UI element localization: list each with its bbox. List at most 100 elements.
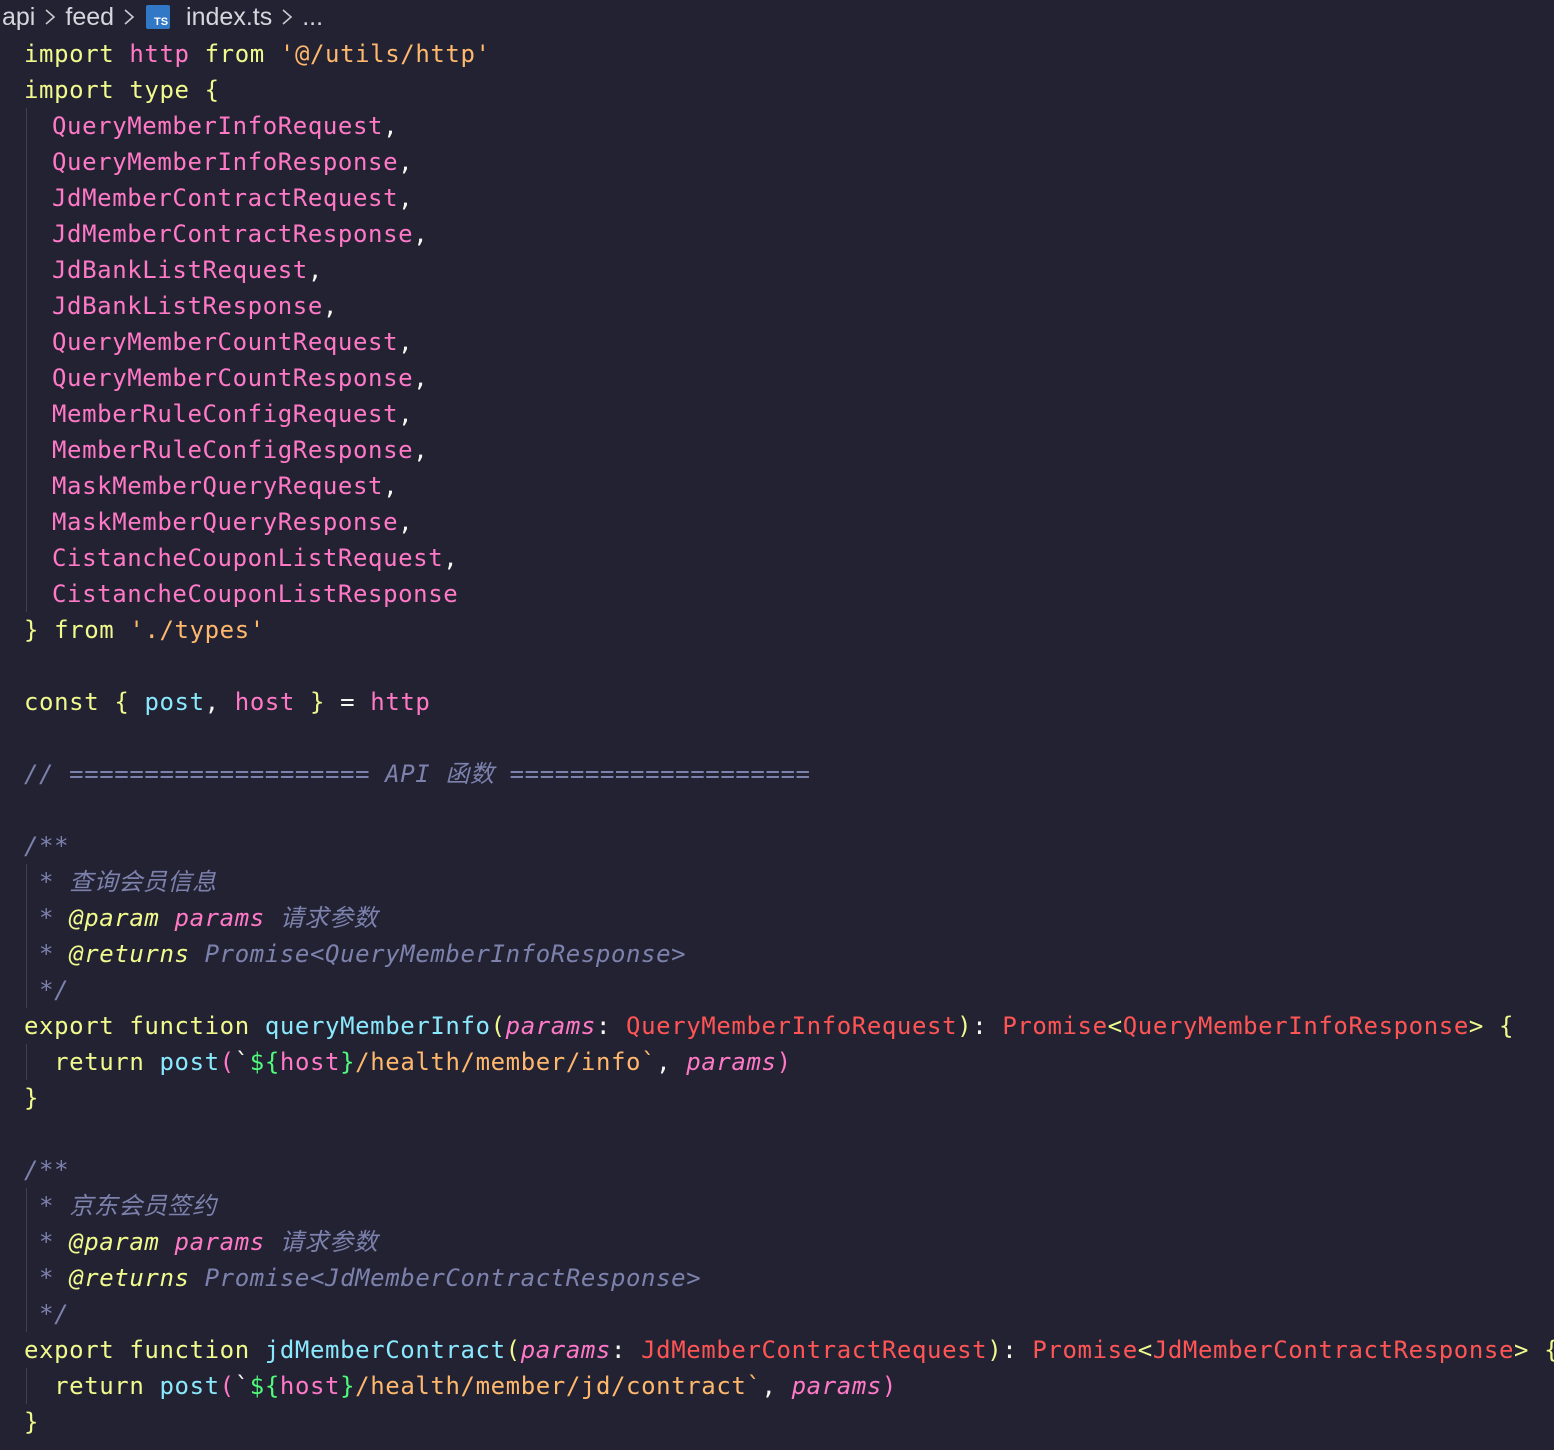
type-import: QueryMemberCountResponse — [52, 364, 414, 392]
type-name: Promise — [1002, 1012, 1108, 1040]
type-name: JdMemberContractRequest — [641, 1336, 988, 1364]
indent-guide — [26, 540, 27, 576]
code-line: MaskMemberQueryResponse, — [0, 504, 1554, 540]
doc-returns-type: Promise<QueryMemberInfoResponse> — [204, 940, 687, 968]
code-line: */ — [0, 1296, 1554, 1332]
indent-guide — [26, 972, 27, 1008]
doc-param-desc: 请求参数 — [279, 904, 379, 932]
doc-description: 京东会员签约 — [69, 1192, 217, 1220]
code-line: export function jdMemberContract(params:… — [24, 1336, 1554, 1364]
breadcrumb-item-feed[interactable]: feed — [63, 3, 116, 32]
type-import: JdMemberContractResponse — [52, 220, 414, 248]
indent-guide — [26, 180, 27, 216]
string-literal: './types' — [129, 616, 265, 644]
code-line: JdBankListResponse, — [0, 288, 1554, 324]
keyword: export — [24, 1012, 115, 1040]
indent-guide — [26, 1296, 27, 1332]
keyword: return — [54, 1372, 145, 1400]
code-line: return post(`${host}/health/member/jd/co… — [0, 1368, 1554, 1404]
code-line: import type { — [0, 72, 1554, 108]
type-import: JdBankListRequest — [52, 256, 308, 284]
code-line: // ==================== API 函数 =========… — [0, 756, 1554, 792]
function-call: post — [159, 1372, 220, 1400]
type-name: JdMemberContractResponse — [1152, 1336, 1515, 1364]
doc-tag: @param — [69, 1228, 160, 1256]
code-line: * @returns Promise<JdMemberContractRespo… — [0, 1260, 1554, 1296]
code-editor[interactable]: import http from '@/utils/http' import t… — [0, 36, 1554, 1440]
keyword: function — [129, 1336, 250, 1364]
doc-comment-close: */ — [39, 1300, 70, 1328]
code-line: MaskMemberQueryRequest, — [0, 468, 1554, 504]
indent-guide — [26, 1224, 27, 1260]
param-name: params — [791, 1372, 882, 1400]
type-import: QueryMemberInfoResponse — [52, 148, 399, 176]
keyword: from — [54, 616, 115, 644]
code-line: * @param params 请求参数 — [0, 900, 1554, 936]
code-line: QueryMemberCountRequest, — [0, 324, 1554, 360]
doc-comment-open: /** — [24, 1156, 70, 1184]
indent-guide — [26, 900, 27, 936]
identifier: host — [234, 688, 295, 716]
code-line: MemberRuleConfigRequest, — [0, 396, 1554, 432]
type-import: QueryMemberCountRequest — [52, 328, 399, 356]
chevron-right-icon — [124, 9, 135, 25]
type-import: CistancheCouponListResponse — [52, 580, 459, 608]
doc-returns-type: Promise<JdMemberContractResponse> — [204, 1264, 702, 1292]
keyword: type — [129, 76, 190, 104]
code-line: JdMemberContractResponse, — [0, 216, 1554, 252]
indent-guide — [26, 468, 27, 504]
code-line: JdMemberContractRequest, — [0, 180, 1554, 216]
param-name: params — [520, 1336, 611, 1364]
code-line: import http from '@/utils/http' — [0, 36, 1554, 72]
type-name: Promise — [1032, 1336, 1138, 1364]
code-line: * 京东会员签约 — [0, 1188, 1554, 1224]
doc-comment-open: /** — [24, 832, 70, 860]
breadcrumb-item-api[interactable]: api — [0, 3, 37, 32]
string-literal: /health/member/jd/contract` — [355, 1372, 762, 1400]
type-import: MaskMemberQueryRequest — [52, 472, 384, 500]
code-line: /** — [0, 828, 1554, 864]
param-name: params — [505, 1012, 596, 1040]
punctuation: } — [310, 688, 326, 716]
section-comment: // ==================== API 函数 =========… — [24, 760, 811, 788]
type-import: MemberRuleConfigResponse — [52, 436, 414, 464]
code-line: } from './types' — [0, 612, 1554, 648]
code-line: */ — [0, 972, 1554, 1008]
identifier: host — [279, 1048, 341, 1076]
code-line: } — [0, 1080, 1554, 1116]
function-name: jdMemberContract — [264, 1336, 506, 1364]
type-import: CistancheCouponListRequest — [52, 544, 444, 572]
code-line: return post(`${host}/health/member/info`… — [0, 1044, 1554, 1080]
indent-guide — [26, 864, 27, 900]
indent-guide — [26, 432, 27, 468]
type-import: JdBankListResponse — [52, 292, 323, 320]
chevron-right-icon — [45, 9, 56, 25]
indent-guide — [26, 324, 27, 360]
keyword: import — [24, 40, 115, 68]
doc-description: 查询会员信息 — [69, 868, 217, 896]
code-line: JdBankListRequest, — [0, 252, 1554, 288]
code-line: * @param params 请求参数 — [0, 1224, 1554, 1260]
identifier: host — [279, 1372, 341, 1400]
indent-guide — [26, 288, 27, 324]
code-line: export function queryMemberInfo(params: … — [24, 1012, 1515, 1040]
type-import: JdMemberContractRequest — [52, 184, 399, 212]
keyword: function — [129, 1012, 250, 1040]
doc-comment-close: */ — [39, 976, 70, 1004]
typescript-file-icon: TS — [146, 5, 171, 29]
breadcrumb-item-file[interactable]: index.ts — [184, 3, 274, 32]
indent-guide — [26, 396, 27, 432]
indent-guide — [26, 1368, 27, 1404]
function-name: queryMemberInfo — [264, 1012, 491, 1040]
doc-param-name: params — [174, 904, 265, 932]
chevron-right-icon — [282, 9, 293, 25]
breadcrumb-item-more[interactable]: ... — [300, 3, 325, 32]
indent-guide — [26, 252, 27, 288]
function-call: post — [159, 1048, 220, 1076]
code-line: QueryMemberInfoResponse, — [0, 144, 1554, 180]
indent-guide — [26, 936, 27, 972]
code-line: MemberRuleConfigResponse, — [0, 432, 1554, 468]
